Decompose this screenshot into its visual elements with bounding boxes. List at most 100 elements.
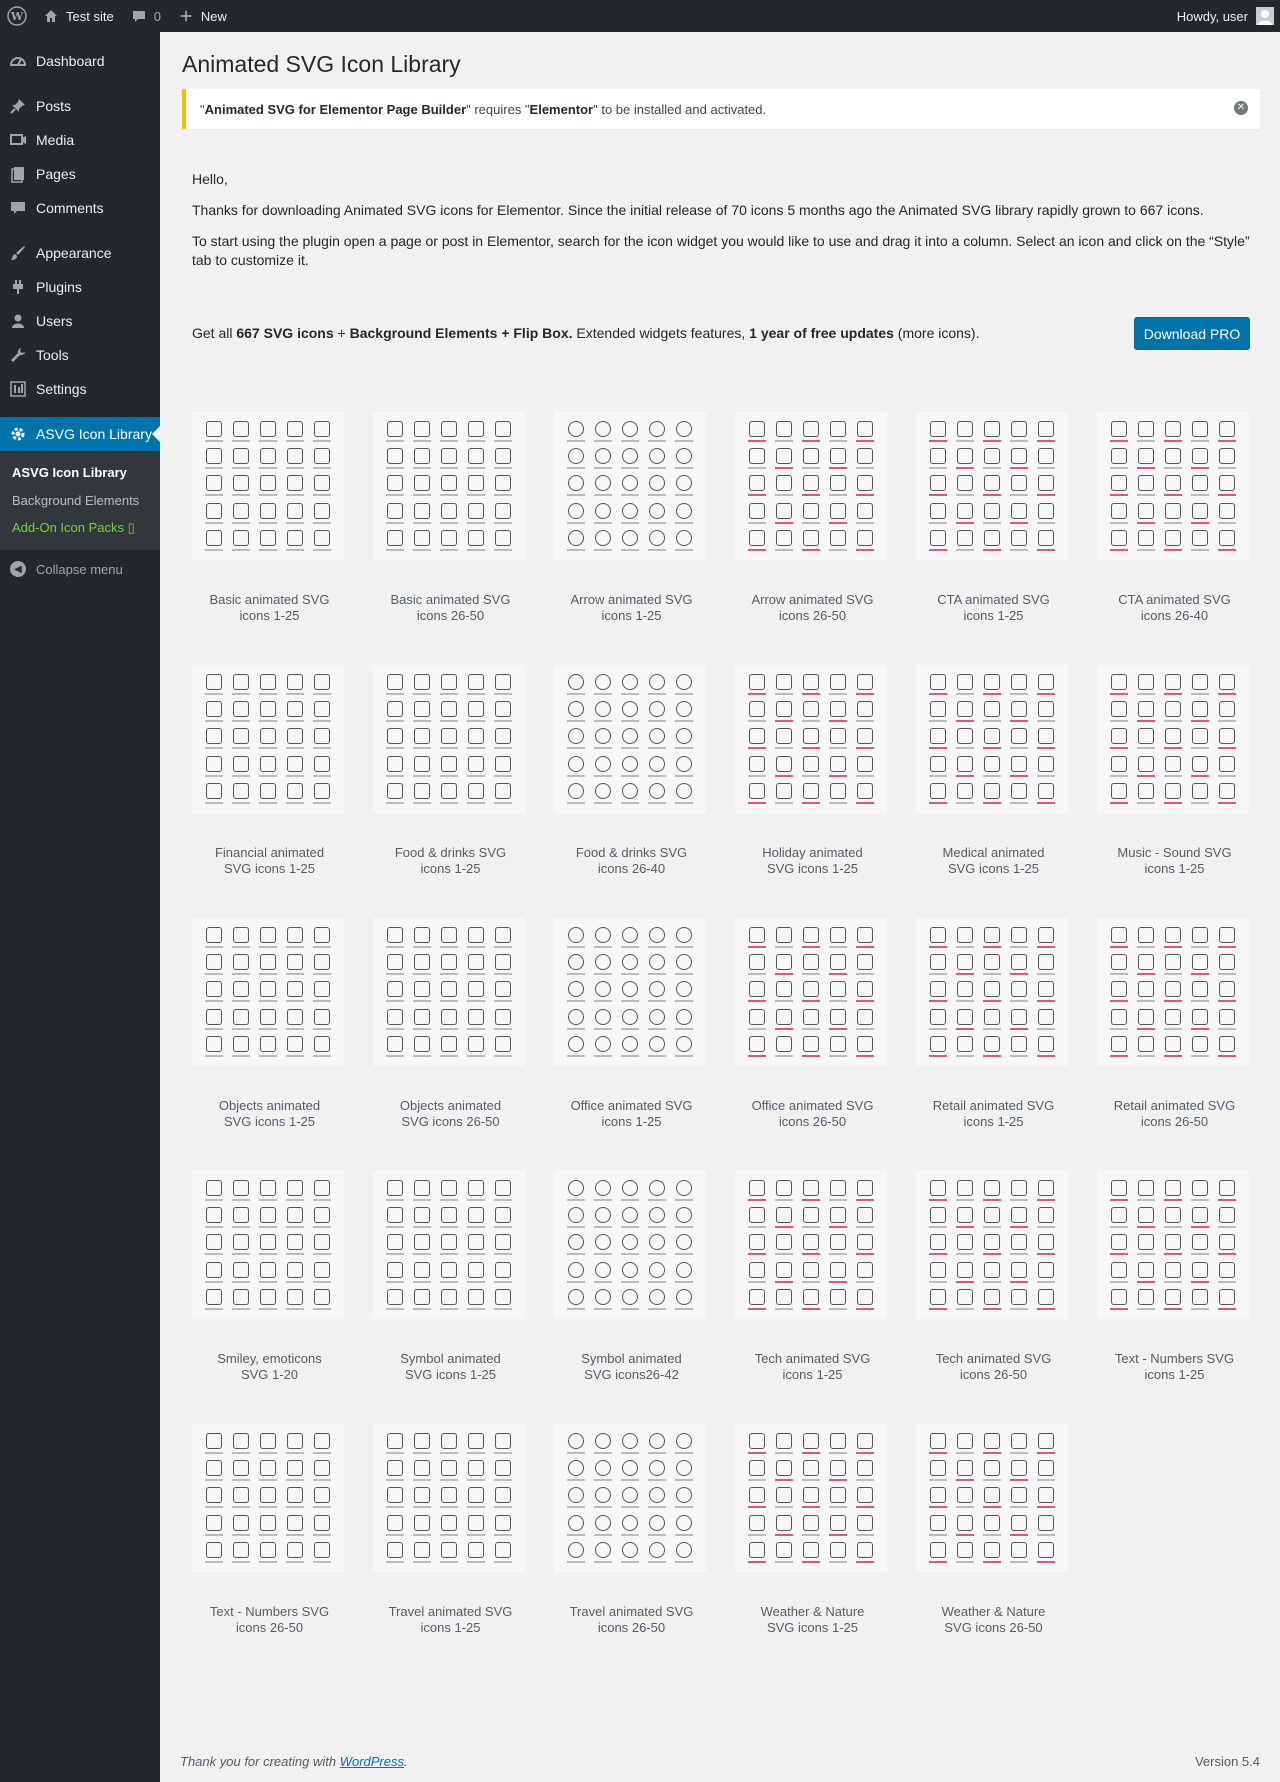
icon-pack-preview-image[interactable]	[554, 918, 706, 1066]
icon-pack-preview-image[interactable]	[916, 918, 1068, 1066]
icon-pack-preview-image[interactable]	[916, 1171, 1068, 1319]
icon-pack-label[interactable]: Arrow animated SVG icons 26-50	[735, 592, 890, 624]
menu-item-posts[interactable]: Posts	[0, 89, 160, 123]
icon-pack-preview-image[interactable]	[735, 1171, 887, 1319]
icon-pack-card[interactable]: Retail animated SVG icons 1-25	[916, 918, 1071, 1143]
icon-pack-preview-image[interactable]	[735, 1424, 887, 1572]
wordpress-logo-icon[interactable]: W	[0, 0, 34, 32]
icon-pack-preview-image[interactable]	[554, 665, 706, 813]
icon-pack-card[interactable]: Tech animated SVG icons 26-50	[916, 1171, 1071, 1396]
icon-pack-preview-image[interactable]	[373, 1171, 525, 1319]
icon-pack-label[interactable]: Medical animated SVG icons 1-25	[916, 845, 1071, 877]
icon-pack-preview-image[interactable]	[192, 665, 344, 813]
icon-pack-label[interactable]: Travel animated SVG icons 1-25	[373, 1604, 528, 1636]
submenu-item-addon-icon-packs[interactable]: Add-On Icon Packs ▯	[0, 514, 160, 542]
icon-pack-card[interactable]: Holiday animated SVG icons 1-25	[735, 665, 890, 890]
icon-pack-card[interactable]: Weather & Nature SVG icons 1-25	[735, 1424, 890, 1649]
icon-pack-label[interactable]: Objects animated SVG icons 26-50	[373, 1098, 528, 1130]
icon-pack-label[interactable]: Food & drinks SVG icons 1-25	[373, 845, 528, 877]
icon-pack-label[interactable]: Financial animated SVG icons 1-25	[192, 845, 347, 877]
site-name-link[interactable]: Test site	[34, 0, 122, 32]
icon-pack-preview-image[interactable]	[735, 412, 887, 560]
icon-pack-card[interactable]: Financial animated SVG icons 1-25	[192, 665, 347, 890]
icon-pack-label[interactable]: Retail animated SVG icons 26-50	[1097, 1098, 1252, 1130]
icon-pack-preview-image[interactable]	[192, 918, 344, 1066]
icon-pack-preview-image[interactable]	[192, 412, 344, 560]
icon-pack-card[interactable]: Arrow animated SVG icons 1-25	[554, 412, 709, 637]
icon-pack-card[interactable]: Tech animated SVG icons 1-25	[735, 1171, 890, 1396]
icon-pack-label[interactable]: Symbol animated SVG icons 1-25	[373, 1351, 528, 1383]
icon-pack-card[interactable]: Weather & Nature SVG icons 26-50	[916, 1424, 1071, 1649]
icon-pack-card[interactable]: Arrow animated SVG icons 26-50	[735, 412, 890, 637]
menu-item-asvg-icon-library[interactable]: ASVG Icon Library	[0, 417, 160, 451]
menu-item-users[interactable]: Users	[0, 304, 160, 338]
icon-pack-preview-image[interactable]	[554, 412, 706, 560]
collapse-menu-button[interactable]: ◀ Collapse menu	[0, 552, 160, 586]
submenu-item-icon-library[interactable]: ASVG Icon Library	[0, 458, 160, 486]
icon-pack-label[interactable]: Weather & Nature SVG icons 26-50	[916, 1604, 1071, 1636]
icon-pack-preview-image[interactable]	[373, 412, 525, 560]
icon-pack-preview-image[interactable]	[916, 412, 1068, 560]
icon-pack-label[interactable]: Objects animated SVG icons 1-25	[192, 1098, 347, 1130]
icon-pack-label[interactable]: Weather & Nature SVG icons 1-25	[735, 1604, 890, 1636]
icon-pack-card[interactable]: Objects animated SVG icons 26-50	[373, 918, 528, 1143]
icon-pack-label[interactable]: Basic animated SVG icons 26-50	[373, 592, 528, 624]
icon-pack-card[interactable]: Symbol animated SVG icons 1-25	[373, 1171, 528, 1396]
icon-pack-card[interactable]: Travel animated SVG icons 1-25	[373, 1424, 528, 1649]
icon-pack-card[interactable]: Objects animated SVG icons 1-25	[192, 918, 347, 1143]
icon-pack-preview-image[interactable]	[1097, 412, 1249, 560]
menu-item-dashboard[interactable]: Dashboard	[0, 44, 160, 78]
icon-pack-label[interactable]: CTA animated SVG icons 1-25	[916, 592, 1071, 624]
icon-pack-preview-image[interactable]	[373, 665, 525, 813]
icon-pack-preview-image[interactable]	[192, 1424, 344, 1572]
icon-pack-label[interactable]: Retail animated SVG icons 1-25	[916, 1098, 1071, 1130]
icon-pack-card[interactable]: CTA animated SVG icons 26-40	[1097, 412, 1252, 637]
icon-pack-preview-image[interactable]	[554, 1424, 706, 1572]
icon-pack-label[interactable]: Basic animated SVG icons 1-25	[192, 592, 347, 624]
menu-item-plugins[interactable]: Plugins	[0, 270, 160, 304]
icon-pack-label[interactable]: Text - Numbers SVG icons 1-25	[1097, 1351, 1252, 1383]
icon-pack-label[interactable]: Music - Sound SVG icons 1-25	[1097, 845, 1252, 877]
icon-pack-preview-image[interactable]	[1097, 918, 1249, 1066]
icon-pack-label[interactable]: Text - Numbers SVG icons 26-50	[192, 1604, 347, 1636]
icon-pack-card[interactable]: Smiley, emoticons SVG 1-20	[192, 1171, 347, 1396]
menu-item-media[interactable]: Media	[0, 123, 160, 157]
menu-item-pages[interactable]: Pages	[0, 157, 160, 191]
icon-pack-preview-image[interactable]	[735, 918, 887, 1066]
icon-pack-label[interactable]: Food & drinks SVG icons 26-40	[554, 845, 709, 877]
icon-pack-preview-image[interactable]	[735, 665, 887, 813]
icon-pack-label[interactable]: Symbol animated SVG icons26-42	[554, 1351, 709, 1383]
icon-pack-preview-image[interactable]	[916, 665, 1068, 813]
icon-pack-label[interactable]: Tech animated SVG icons 26-50	[916, 1351, 1071, 1383]
icon-pack-card[interactable]: Office animated SVG icons 1-25	[554, 918, 709, 1143]
icon-pack-preview-image[interactable]	[554, 1171, 706, 1319]
comments-link[interactable]: 0	[122, 0, 169, 32]
submenu-item-background-elements[interactable]: Background Elements	[0, 486, 160, 514]
menu-item-appearance[interactable]: Appearance	[0, 236, 160, 270]
icon-pack-label[interactable]: Arrow animated SVG icons 1-25	[554, 592, 709, 624]
menu-item-settings[interactable]: Settings	[0, 372, 160, 406]
icon-pack-card[interactable]: CTA animated SVG icons 1-25	[916, 412, 1071, 637]
icon-pack-card[interactable]: Food & drinks SVG icons 1-25	[373, 665, 528, 890]
menu-item-tools[interactable]: Tools	[0, 338, 160, 372]
icon-pack-card[interactable]: Food & drinks SVG icons 26-40	[554, 665, 709, 890]
icon-pack-preview-image[interactable]	[916, 1424, 1068, 1572]
icon-pack-card[interactable]: Basic animated SVG icons 26-50	[373, 412, 528, 637]
icon-pack-label[interactable]: Holiday animated SVG icons 1-25	[735, 845, 890, 877]
icon-pack-label[interactable]: CTA animated SVG icons 26-40	[1097, 592, 1252, 624]
icon-pack-preview-image[interactable]	[1097, 1171, 1249, 1319]
icon-pack-label[interactable]: Office animated SVG icons 26-50	[735, 1098, 890, 1130]
icon-pack-label[interactable]: Office animated SVG icons 1-25	[554, 1098, 709, 1130]
icon-pack-card[interactable]: Office animated SVG icons 26-50	[735, 918, 890, 1143]
icon-pack-card[interactable]: Music - Sound SVG icons 1-25	[1097, 665, 1252, 890]
icon-pack-preview-image[interactable]	[373, 918, 525, 1066]
icon-pack-card[interactable]: Text - Numbers SVG icons 1-25	[1097, 1171, 1252, 1396]
icon-pack-card[interactable]: Medical animated SVG icons 1-25	[916, 665, 1071, 890]
icon-pack-preview-image[interactable]	[1097, 665, 1249, 813]
icon-pack-card[interactable]: Basic animated SVG icons 1-25	[192, 412, 347, 637]
new-content-link[interactable]: New	[169, 0, 235, 32]
icon-pack-preview-image[interactable]	[192, 1171, 344, 1319]
icon-pack-label[interactable]: Smiley, emoticons SVG 1-20	[192, 1351, 347, 1383]
icon-pack-card[interactable]: Travel animated SVG icons 26-50	[554, 1424, 709, 1649]
icon-pack-card[interactable]: Retail animated SVG icons 26-50	[1097, 918, 1252, 1143]
